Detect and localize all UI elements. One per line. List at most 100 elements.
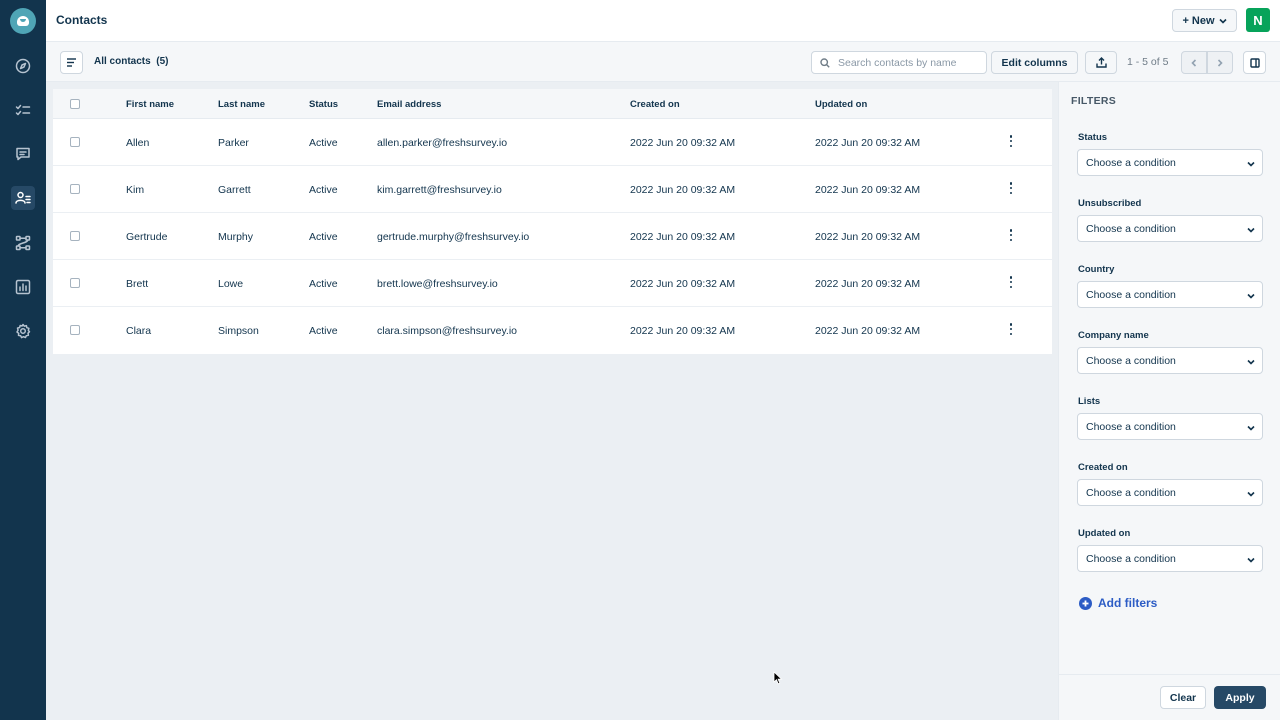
filter-select-company-name[interactable]: Choose a condition — [1077, 347, 1263, 374]
filter-select-value: Choose a condition — [1086, 223, 1176, 235]
filter-select-lists[interactable]: Choose a condition — [1077, 413, 1263, 440]
apply-button[interactable]: Apply — [1214, 686, 1266, 709]
chevron-down-icon — [1247, 557, 1255, 563]
contacts-icon[interactable] — [11, 186, 35, 210]
export-button[interactable] — [1085, 51, 1117, 74]
cell-last-name: Murphy — [218, 231, 254, 243]
cell-first-name[interactable]: Clara — [126, 325, 151, 337]
cell-email: allen.parker@freshsurvey.io — [377, 137, 508, 149]
row-checkbox[interactable] — [70, 231, 80, 241]
column-header-created-on[interactable]: Created on — [630, 99, 680, 110]
cell-email: brett.lowe@freshsurvey.io — [377, 278, 498, 290]
chevron-down-icon — [1247, 359, 1255, 365]
filter-label-unsubscribed: Unsubscribed — [1078, 198, 1142, 209]
filter-select-created-on[interactable]: Choose a condition — [1077, 479, 1263, 506]
search-icon — [820, 58, 830, 68]
filter-select-value: Choose a condition — [1086, 355, 1176, 367]
cell-email: kim.garrett@freshsurvey.io — [377, 184, 502, 196]
cell-first-name[interactable]: Gertrude — [126, 231, 167, 243]
contacts-table: First name Last name Status Email addres… — [53, 89, 1052, 354]
cell-created-on: 2022 Jun 20 09:32 AM — [630, 278, 736, 290]
cell-last-name: Garrett — [218, 184, 251, 196]
table-row[interactable]: Brett Lowe Active brett.lowe@freshsurvey… — [53, 260, 1052, 307]
cell-created-on: 2022 Jun 20 09:32 AM — [630, 231, 736, 243]
cell-email: gertrude.murphy@freshsurvey.io — [377, 231, 530, 243]
settings-icon[interactable] — [11, 319, 35, 343]
cell-first-name[interactable]: Kim — [126, 184, 144, 196]
filter-label-updated-on: Updated on — [1078, 528, 1131, 539]
row-checkbox[interactable] — [70, 137, 80, 147]
row-more-icon[interactable] — [1009, 229, 1013, 241]
checklist-icon[interactable] — [11, 98, 35, 122]
filter-select-value: Choose a condition — [1086, 487, 1176, 499]
cell-status: Active — [309, 137, 338, 149]
row-more-icon[interactable] — [1009, 323, 1013, 335]
edit-columns-button[interactable]: Edit columns — [991, 51, 1078, 74]
cell-updated-on: 2022 Jun 20 09:32 AM — [815, 184, 921, 196]
row-more-icon[interactable] — [1009, 182, 1013, 194]
column-header-email[interactable]: Email address — [377, 99, 441, 110]
column-header-status[interactable]: Status — [309, 99, 338, 110]
filter-select-updated-on[interactable]: Choose a condition — [1077, 545, 1263, 572]
filter-select-value: Choose a condition — [1086, 157, 1176, 169]
app-logo-icon[interactable] — [10, 8, 36, 34]
cell-last-name: Lowe — [218, 278, 244, 290]
filters-footer: Clear Apply — [1059, 674, 1280, 720]
cell-email: clara.simpson@freshsurvey.io — [377, 325, 518, 337]
cell-last-name: Simpson — [218, 325, 259, 337]
select-all-checkbox[interactable] — [70, 99, 80, 109]
chevron-down-icon — [1218, 18, 1227, 24]
filter-select-country[interactable]: Choose a condition — [1077, 281, 1263, 308]
cell-created-on: 2022 Jun 20 09:32 AM — [630, 137, 736, 149]
filter-select-unsubscribed[interactable]: Choose a condition — [1077, 215, 1263, 242]
filter-select-value: Choose a condition — [1086, 421, 1176, 433]
table-row[interactable]: Gertrude Murphy Active gertrude.murphy@f… — [53, 213, 1052, 260]
row-more-icon[interactable] — [1009, 276, 1013, 288]
row-checkbox[interactable] — [70, 325, 80, 335]
toggle-views-button[interactable] — [60, 51, 83, 74]
add-filters-button[interactable]: Add filters — [1079, 596, 1157, 610]
row-checkbox[interactable] — [70, 184, 80, 194]
column-header-last-name[interactable]: Last name — [218, 99, 265, 110]
filter-select-value: Choose a condition — [1086, 553, 1176, 565]
new-button-label: + New — [1182, 14, 1215, 27]
next-page-button[interactable] — [1207, 51, 1233, 74]
cell-first-name[interactable]: Brett — [126, 278, 148, 290]
filter-label-lists: Lists — [1078, 396, 1101, 407]
toggle-filters-panel-button[interactable] — [1243, 51, 1266, 74]
prev-page-button[interactable] — [1181, 51, 1207, 74]
export-icon — [1095, 57, 1107, 68]
column-header-first-name[interactable]: First name — [126, 99, 174, 110]
chevron-down-icon — [1247, 425, 1255, 431]
table-row[interactable]: Clara Simpson Active clara.simpson@fresh… — [53, 307, 1052, 354]
compass-icon[interactable] — [11, 54, 35, 78]
filter-label-country: Country — [1078, 264, 1115, 275]
cell-status: Active — [309, 325, 338, 337]
table-row[interactable]: Allen Parker Active allen.parker@freshsu… — [53, 119, 1052, 166]
row-more-icon[interactable] — [1009, 135, 1013, 147]
chart-icon[interactable] — [11, 275, 35, 299]
message-icon[interactable] — [11, 142, 35, 166]
chevron-down-icon — [1247, 227, 1255, 233]
search-input[interactable] — [838, 55, 983, 70]
chevron-down-icon — [1247, 491, 1255, 497]
cell-status: Active — [309, 278, 338, 290]
clear-button[interactable]: Clear — [1160, 686, 1206, 709]
workflow-icon[interactable] — [11, 231, 35, 255]
table-row[interactable]: Kim Garrett Active kim.garrett@freshsurv… — [53, 166, 1052, 213]
top-header: Contacts + New N — [46, 0, 1280, 42]
new-button[interactable]: + New — [1172, 9, 1237, 32]
filter-label-company-name: Company name — [1078, 330, 1149, 341]
cell-last-name: Parker — [218, 137, 249, 149]
cell-created-on: 2022 Jun 20 09:32 AM — [630, 184, 736, 196]
row-checkbox[interactable] — [70, 278, 80, 288]
filter-select-status[interactable]: Choose a condition — [1077, 149, 1263, 176]
chevron-right-icon — [1217, 58, 1223, 67]
column-header-updated-on[interactable]: Updated on — [815, 99, 867, 110]
search-box[interactable] — [811, 51, 987, 74]
filters-panel: FILTERS Status Choose a condition Unsubs… — [1058, 82, 1280, 720]
avatar[interactable]: N — [1246, 8, 1270, 32]
chevron-down-icon — [1247, 293, 1255, 299]
cell-first-name[interactable]: Allen — [126, 137, 149, 149]
pagination-text: 1 - 5 of 5 — [1127, 56, 1169, 68]
